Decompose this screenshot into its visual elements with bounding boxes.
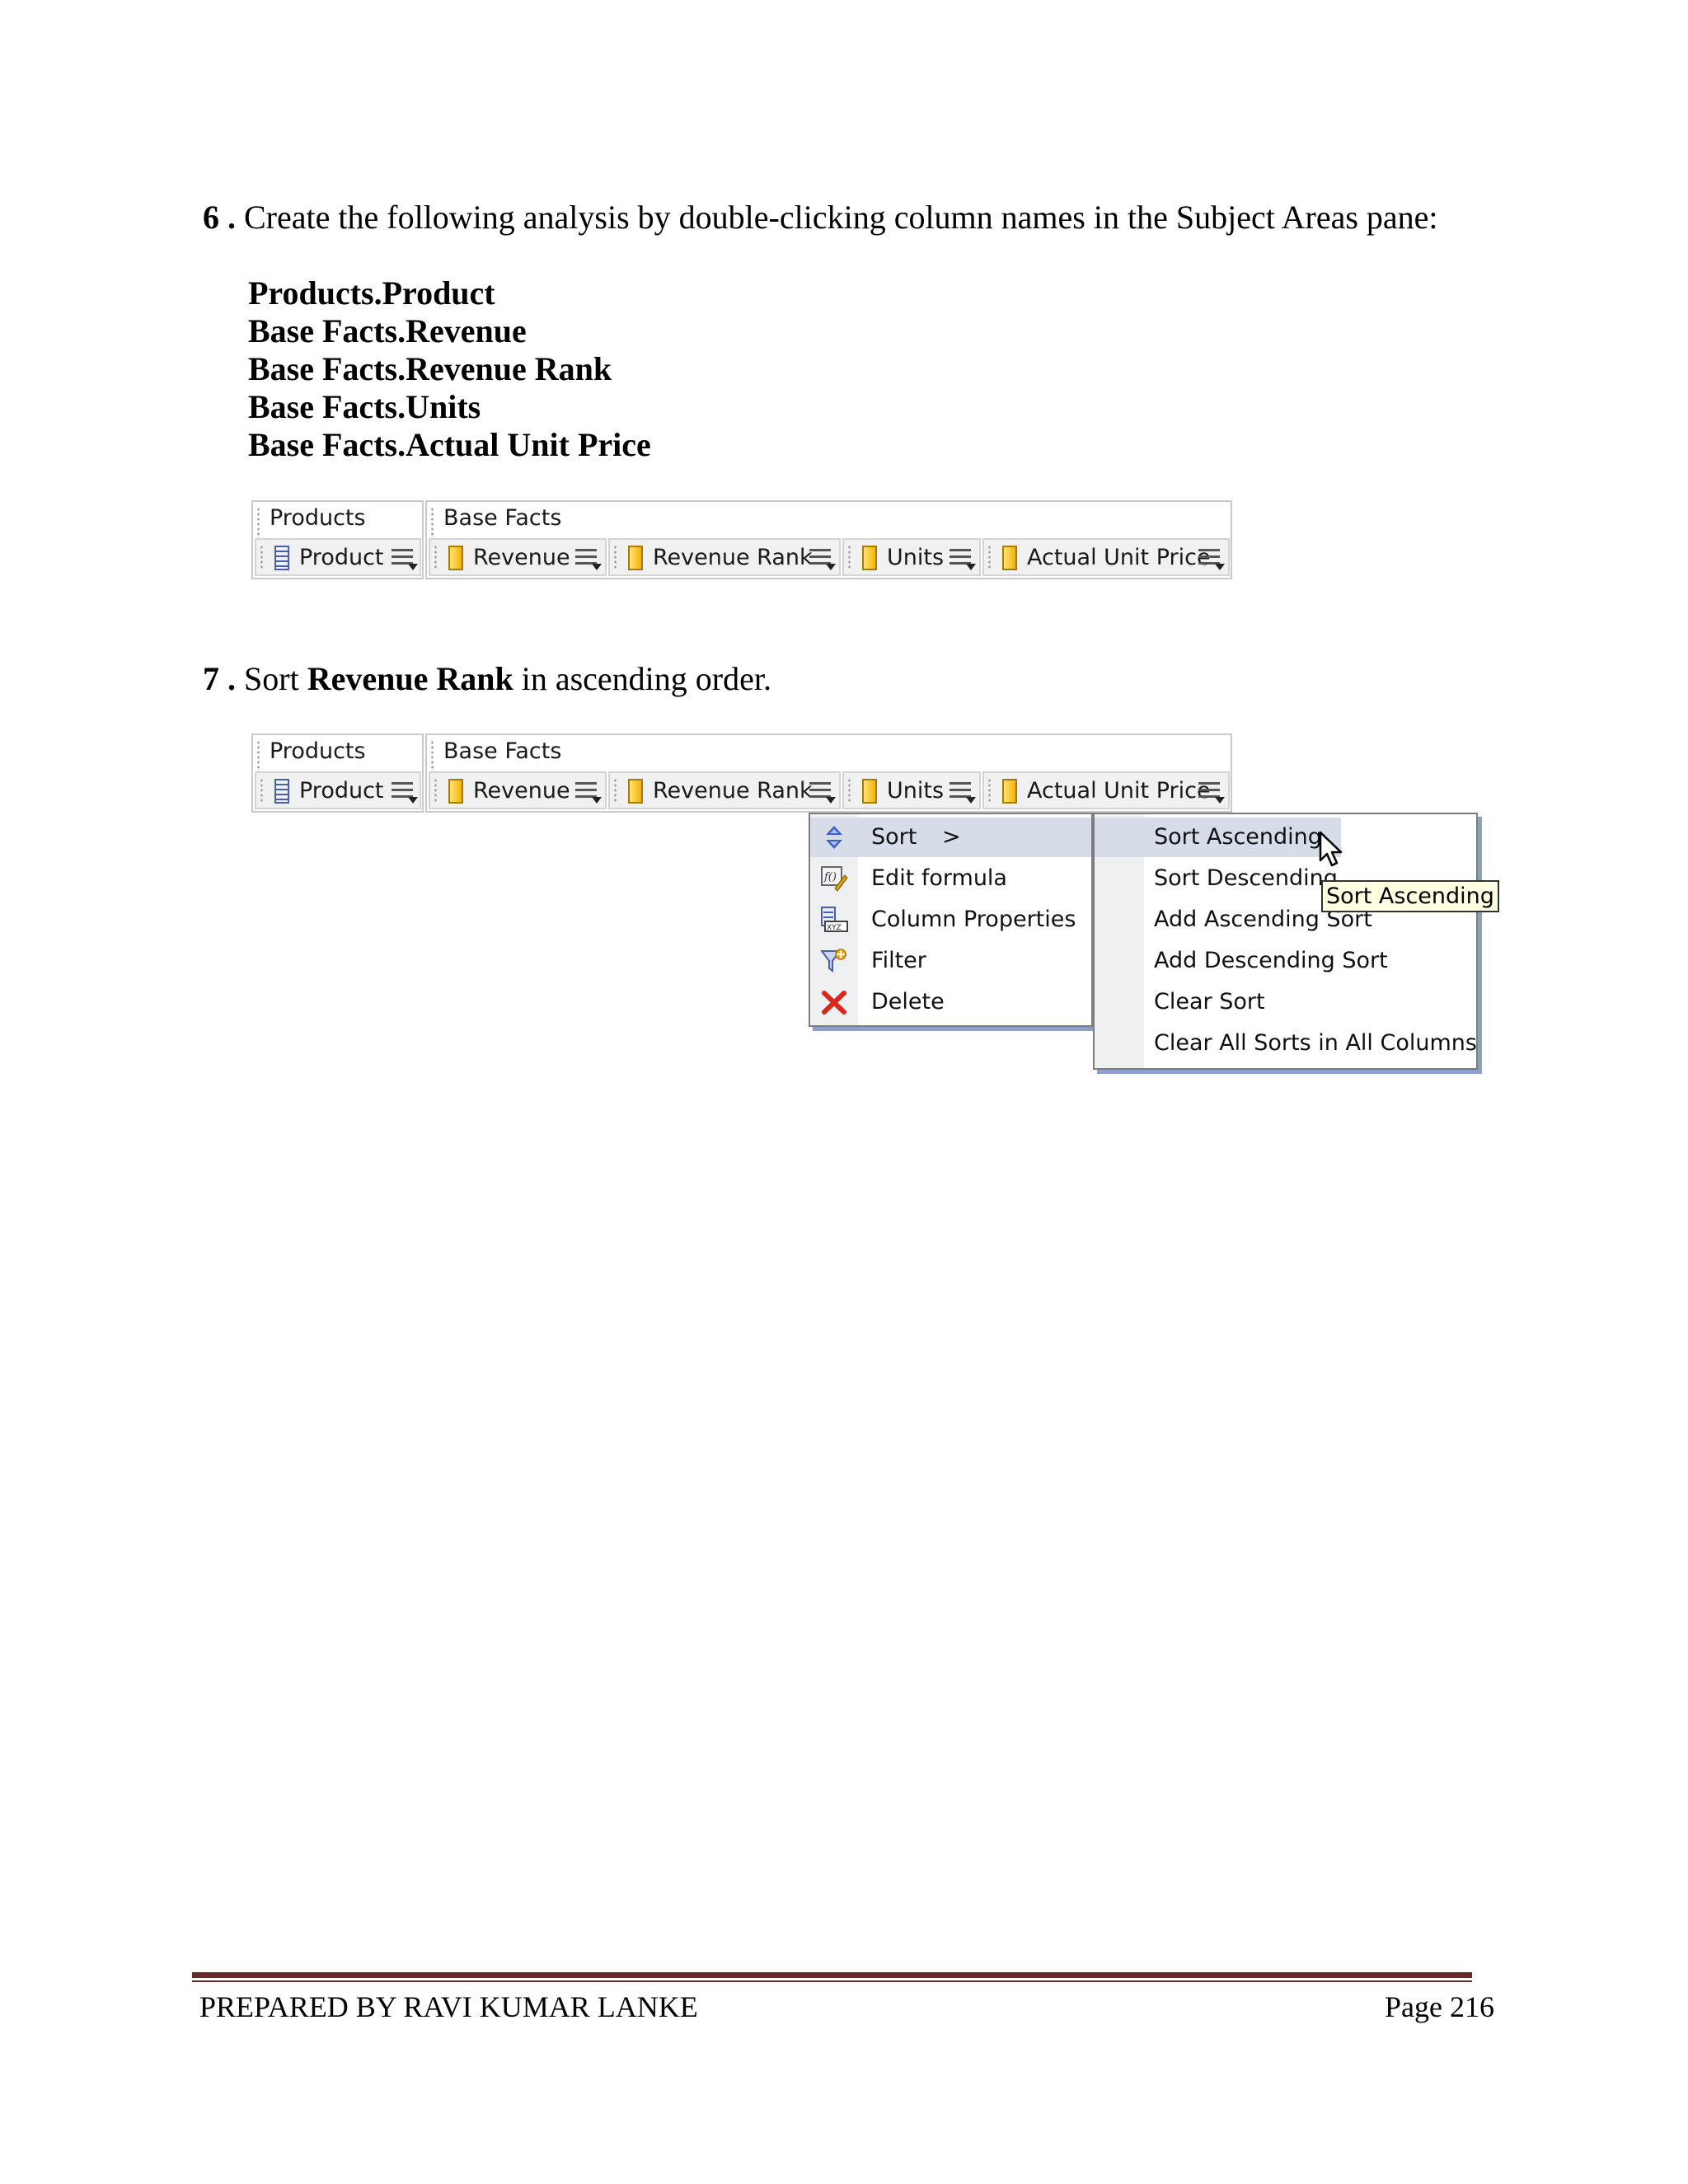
column-list-item: Base Facts.Revenue Rank [248,350,612,387]
mouse-cursor-icon [1319,831,1343,867]
step-6-text: Create the following analysis by double-… [244,199,1438,236]
column-menu-icon[interactable] [809,547,836,570]
column-label: Revenue [473,778,570,804]
menu-item-label: Column Properties [871,907,1076,932]
criteria-strip-1: Products Base Facts Product Revenue Reve… [251,500,1232,579]
measure-column-icon [448,779,463,804]
column-label: Actual Unit Price [1027,778,1211,804]
column-list-item: Base Facts.Actual Unit Price [248,426,651,463]
step-7-text-bold: Revenue Rank [307,660,513,697]
menu-item-sort[interactable]: Sort > [810,818,1091,857]
column-revenue-rank[interactable]: Revenue Rank [608,538,841,576]
svg-text:XYZ: XYZ [827,924,842,932]
measure-column-icon [628,546,643,570]
column-label: Units [887,778,945,804]
footer-author: PREPARED BY RAVI KUMAR LANKE [199,1990,698,2023]
column-menu-icon[interactable] [575,547,602,570]
submenu-arrow-icon: > [942,824,961,850]
footer-page-number: Page 216 [1385,1990,1494,2023]
column-revenue[interactable]: Revenue [429,538,607,576]
filter-icon [820,949,846,972]
menu-item-clear-sort[interactable]: Clear Sort [1095,982,1476,1022]
svg-text:f(): f() [823,871,837,883]
menu-item-label: Add Descending Sort [1154,948,1388,973]
edit-formula-icon: f() [821,866,848,892]
measure-column-icon [1002,546,1017,570]
measure-column-icon [862,546,877,570]
column-menu-icon[interactable] [809,780,836,804]
column-revenue-rank[interactable]: Revenue Rank [608,771,841,809]
group-base-facts-label: Base Facts [443,738,562,764]
column-units[interactable]: Units [842,538,981,576]
column-menu-icon[interactable] [950,547,976,570]
menu-item-label: Edit formula [871,865,1007,891]
column-list-item: Base Facts.Revenue [248,312,527,349]
sort-icon [826,826,842,849]
step-7-instruction: 7 . Sort Revenue Rank in ascending order… [203,659,771,699]
column-context-menu: Sort > f() Edit formula XYZ Column Prope… [809,813,1093,1027]
menu-item-filter[interactable]: Filter [810,941,1091,981]
criteria-strip-2: Products Base Facts Product Revenue Reve… [251,733,1232,813]
measure-column-icon [448,546,463,570]
column-menu-icon[interactable] [950,780,976,804]
step-6-instruction: 6 . Create the following analysis by dou… [203,198,1438,237]
step-7-text-before: Sort [244,660,307,697]
menu-item-delete[interactable]: Delete [810,982,1091,1022]
menu-item-column-properties[interactable]: XYZ Column Properties [810,900,1091,940]
column-label: Actual Unit Price [1027,545,1211,570]
menu-item-clear-all-sorts[interactable]: Clear All Sorts in All Columns [1095,1024,1477,1063]
column-actual-unit-price[interactable]: Actual Unit Price [982,538,1230,576]
column-label: Units [887,545,945,570]
menu-item-label: Sort Descending [1154,865,1338,891]
menu-item-label: Sort [871,824,917,850]
menu-item-add-descending-sort[interactable]: Add Descending Sort [1095,941,1476,981]
column-label: Product [299,545,384,570]
column-properties-icon: XYZ [821,907,848,932]
column-actual-unit-price[interactable]: Actual Unit Price [982,771,1230,809]
footer-rule-thin [192,1980,1472,1982]
menu-item-edit-formula[interactable]: f() Edit formula [810,859,1091,898]
column-label: Product [299,778,384,804]
measure-column-icon [862,779,877,804]
step-7-text-after: in ascending order. [513,660,771,697]
column-label: Revenue Rank [653,545,813,570]
column-label: Revenue Rank [653,778,813,804]
menu-item-sort-ascending[interactable]: Sort Ascending [1095,818,1341,857]
column-revenue[interactable]: Revenue [429,771,607,809]
measure-column-icon [1002,779,1017,804]
sort-ascending-tooltip: Sort Ascending [1321,880,1499,912]
menu-item-label: Filter [871,948,926,973]
menu-item-label: Clear All Sorts in All Columns [1154,1030,1477,1056]
column-menu-icon[interactable] [575,780,602,804]
menu-item-label: Delete [871,989,945,1015]
column-menu-icon[interactable] [1198,780,1225,804]
footer-rule [192,1972,1472,1978]
step-7-number: 7 . [203,660,236,697]
column-list-item: Base Facts.Units [248,388,481,425]
column-product[interactable]: Product [255,538,421,576]
group-products-label: Products [270,738,366,764]
group-products-label: Products [270,505,366,531]
dimension-column-icon [274,546,289,570]
sort-submenu: Sort Ascending Sort Descending Add Ascen… [1093,813,1478,1070]
column-menu-icon[interactable] [1198,547,1225,570]
delete-icon [822,991,846,1015]
menu-item-label: Sort Ascending [1154,824,1322,850]
column-label: Revenue [473,545,570,570]
column-list-item: Products.Product [248,274,495,312]
group-base-facts-label: Base Facts [443,505,562,531]
column-product[interactable]: Product [255,771,421,809]
column-menu-icon[interactable] [392,547,418,570]
dimension-column-icon [274,779,289,804]
step-6-number: 6 . [203,199,236,236]
measure-column-icon [628,779,643,804]
column-list: Products.Product Base Facts.Revenue Base… [248,274,651,464]
column-units[interactable]: Units [842,771,981,809]
column-menu-icon[interactable] [392,780,418,804]
menu-item-label: Clear Sort [1154,989,1265,1015]
